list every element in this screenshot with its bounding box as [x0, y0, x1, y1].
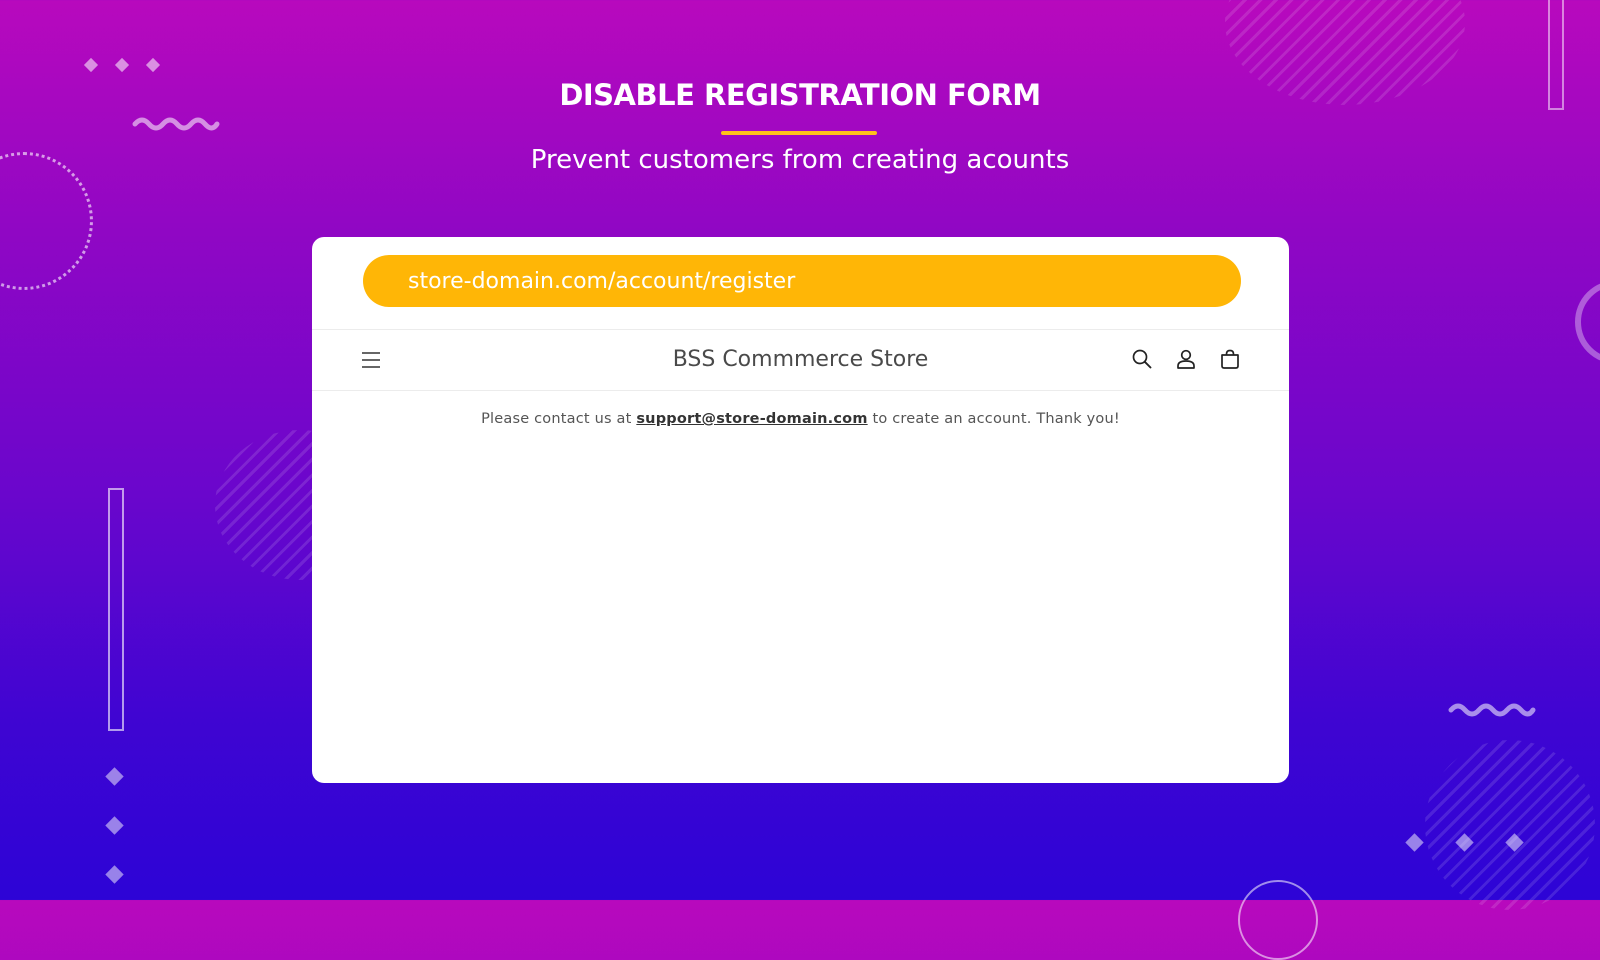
decor-dots-top-left [83, 57, 161, 73]
decor-ring-bottom [1238, 880, 1318, 960]
account-icon[interactable] [1174, 347, 1198, 371]
decor-diamonds-bottom-right [1405, 833, 1524, 852]
url-bar: store-domain.com/account/register [363, 255, 1241, 307]
store-header: BSS Commmerce Store [312, 329, 1289, 391]
decor-diamonds-bottom-left [105, 767, 124, 884]
notice-text-before: Please contact us at [481, 411, 632, 427]
page-title: DISABLE REGISTRATION FORM [559, 78, 1041, 112]
decor-stripes-bottom-right [1425, 740, 1595, 910]
decor-rect-left [108, 488, 124, 731]
decor-ring-right [1575, 280, 1600, 364]
search-icon[interactable] [1130, 347, 1154, 371]
page-subtitle: Prevent customers from creating acounts [530, 145, 1070, 175]
url-text: store-domain.com/account/register [408, 268, 796, 294]
cart-icon[interactable] [1218, 347, 1242, 371]
menu-icon[interactable] [360, 349, 382, 371]
decor-wave-bottom-right [1448, 703, 1536, 717]
decor-wave-top-left [132, 117, 220, 131]
support-email-link[interactable]: support@store-domain.com [636, 411, 867, 427]
title-underline [721, 131, 877, 135]
store-preview-card: store-domain.com/account/register BSS Co… [312, 237, 1289, 783]
notice-text-after: to create an account. Thank you! [872, 411, 1120, 427]
registration-disabled-notice: Please contact us at support@store-domai… [312, 411, 1289, 427]
